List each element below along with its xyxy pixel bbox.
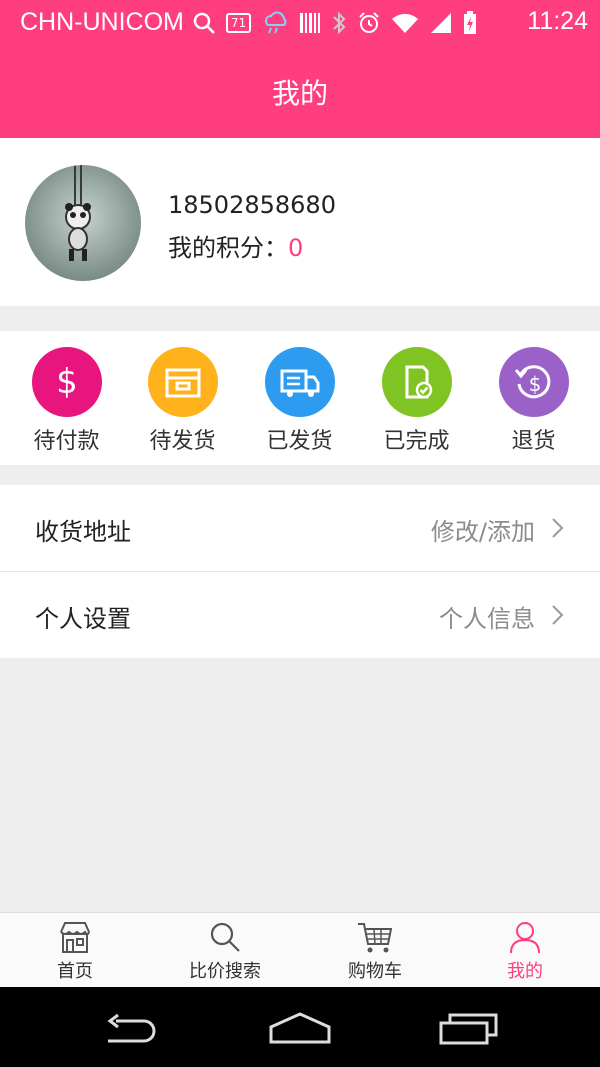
menu-row-address[interactable]: 收货地址 修改/添加 — [0, 485, 600, 572]
tab-label: 比价搜索 — [189, 961, 261, 982]
back-icon[interactable] — [104, 1013, 162, 1043]
chevron-right-icon — [552, 605, 564, 625]
carrier-name: CHN-UNICOM — [20, 8, 184, 36]
menu-value: 个人信息 — [439, 605, 535, 633]
order-label: 已发货 — [266, 429, 333, 454]
settings-list: 收货地址 修改/添加 个人设置 个人信息 — [0, 485, 600, 658]
notification-badge-icon: 71 — [225, 12, 252, 33]
points-label: 我的积分： — [168, 234, 288, 262]
refund-icon: $ — [498, 347, 569, 417]
store-icon — [60, 922, 90, 953]
order-completed[interactable]: 已完成 — [358, 347, 475, 455]
points-line: 我的积分：0 — [168, 228, 303, 263]
order-label: 退货 — [511, 429, 556, 454]
order-label: 待付款 — [33, 429, 100, 454]
alarm-icon — [359, 11, 379, 33]
order-label: 已完成 — [383, 429, 450, 454]
search-icon — [193, 12, 215, 34]
tab-mine[interactable]: 我的 — [450, 917, 600, 983]
phone-number: 18502858680 — [168, 191, 336, 219]
signal-icon — [431, 12, 452, 33]
avatar[interactable] — [25, 165, 141, 281]
menu-value: 修改/添加 — [430, 518, 535, 546]
home-icon[interactable] — [268, 1011, 332, 1045]
order-pending-payment[interactable]: $ 待付款 — [8, 347, 125, 455]
system-nav-bar — [0, 987, 600, 1067]
order-label: 待发货 — [149, 429, 216, 454]
panda-pendant-icon — [65, 165, 91, 261]
points-value: 0 — [288, 234, 304, 262]
order-pending-shipment[interactable]: 待发货 — [124, 347, 241, 455]
menu-row-settings[interactable]: 个人设置 个人信息 — [0, 572, 600, 658]
profile-section[interactable]: 18502858680 我的积分：0 — [0, 138, 600, 306]
svg-text:$: $ — [528, 372, 541, 396]
person-icon — [510, 922, 540, 954]
barcode-icon — [300, 12, 321, 33]
box-icon — [147, 347, 218, 417]
order-status-row: $ 待付款 待发货 已发货 已完成 $ 退货 — [0, 331, 600, 465]
recent-apps-icon[interactable] — [438, 1011, 500, 1045]
status-bar: CHN-UNICOM 71 11:24 — [0, 0, 600, 45]
order-shipped[interactable]: 已发货 — [241, 347, 358, 455]
order-return[interactable]: $ 退货 — [475, 347, 592, 455]
bluetooth-icon — [333, 11, 346, 34]
battery-icon — [464, 10, 477, 34]
svg-text:$: $ — [56, 362, 78, 402]
clock: 11:24 — [527, 7, 588, 35]
bottom-tab-bar: 首页 比价搜索 购物车 我的 — [0, 912, 600, 988]
truck-icon — [264, 347, 335, 417]
title-bar: 我的 — [0, 45, 600, 138]
dollar-icon: $ — [31, 347, 102, 417]
tab-label: 购物车 — [348, 961, 402, 982]
menu-label: 收货地址 — [35, 518, 131, 546]
tab-label: 首页 — [57, 961, 93, 982]
page-title: 我的 — [271, 76, 328, 110]
wifi-icon — [392, 13, 419, 33]
check-document-icon — [381, 347, 452, 417]
tab-home[interactable]: 首页 — [0, 917, 150, 983]
status-icons: 71 — [192, 10, 477, 35]
cart-icon — [358, 923, 393, 953]
tab-label: 我的 — [507, 961, 543, 982]
weather-icon — [265, 11, 287, 33]
menu-label: 个人设置 — [35, 605, 131, 633]
tab-price-search[interactable]: 比价搜索 — [150, 917, 300, 983]
chevron-right-icon — [552, 518, 564, 538]
tab-cart[interactable]: 购物车 — [300, 917, 450, 983]
search-icon — [210, 922, 240, 952]
